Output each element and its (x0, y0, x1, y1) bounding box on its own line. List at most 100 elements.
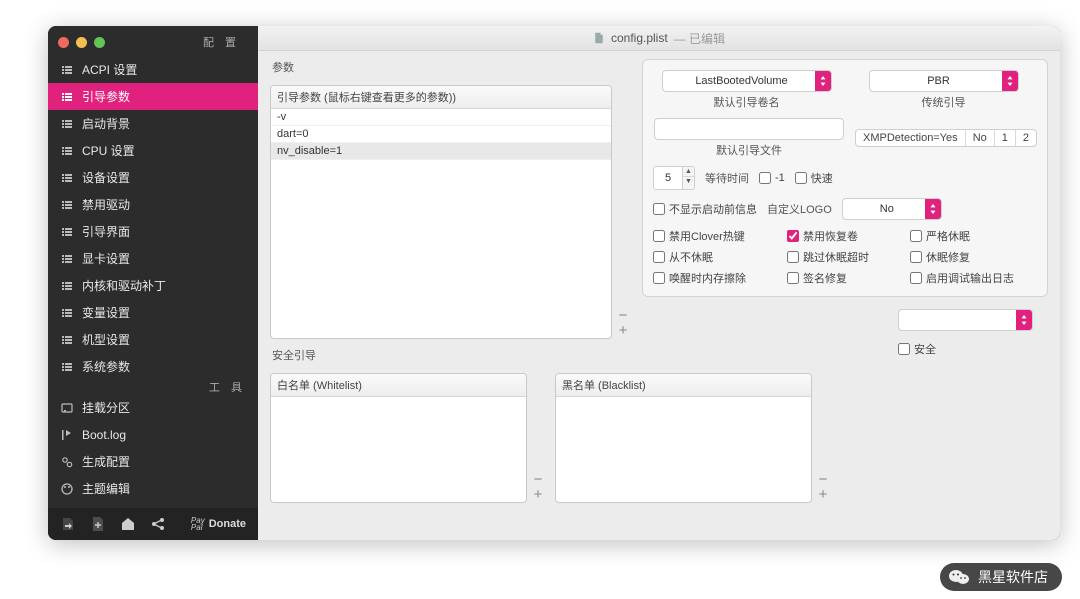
sidebar-item-内核和驱动补丁[interactable]: 内核和驱动补丁 (48, 272, 258, 299)
donate-label: Donate (209, 518, 246, 530)
timeout-stepper[interactable]: ▲▼ (653, 166, 695, 190)
sidebar-item-变量设置[interactable]: 变量设置 (48, 299, 258, 326)
share-icon[interactable] (150, 516, 166, 532)
chevron-updown-icon[interactable] (1016, 310, 1032, 330)
sidebar-item-机型设置[interactable]: 机型设置 (48, 326, 258, 353)
boot-args-list[interactable]: 引导参数 (鼠标右键查看更多的参数)) -vdart=0nv_disable=1 (270, 85, 612, 339)
sidebar-item-label: 挂载分区 (82, 399, 130, 416)
xmp-seg-1[interactable]: 1 (995, 130, 1016, 146)
sidebar-item-启动背景[interactable]: 启动背景 (48, 110, 258, 137)
option-checkbox-禁用Clover热键[interactable]: 禁用Clover热键 (653, 228, 769, 244)
list-icon (60, 252, 74, 266)
watermark-badge: 黑星软件店 (940, 563, 1062, 591)
option-checkbox-唤醒时内存擦除[interactable]: 唤醒时内存擦除 (653, 270, 769, 286)
option-checkbox-跳过休眠超时[interactable]: 跳过休眠超时 (787, 249, 892, 265)
list-icon (60, 198, 74, 212)
no-early-progress-checkbox[interactable]: 不显示启动前信息 (653, 201, 757, 217)
chevron-updown-icon[interactable] (1002, 71, 1018, 91)
option-checkbox-启用调试输出日志[interactable]: 启用调试输出日志 (910, 270, 1037, 286)
option-checkbox-休眠修复[interactable]: 休眠修复 (910, 249, 1037, 265)
stepper-down-icon[interactable]: ▼ (683, 177, 694, 186)
titlebar: config.plist — 已编辑 (258, 26, 1060, 51)
default-volume-select[interactable] (662, 70, 832, 92)
minimize-icon[interactable] (76, 37, 87, 48)
sidebar-item-挂载分区[interactable]: 挂载分区 (48, 394, 258, 421)
timeout-label: 等待时间 (705, 170, 749, 186)
boot-args-remove-button[interactable]: − (616, 308, 630, 322)
whitelist-add-button[interactable]: + (531, 487, 545, 501)
sidebar-item-label: 机型设置 (82, 331, 130, 348)
chevron-updown-icon[interactable] (815, 71, 831, 91)
sidebar-item-label: CPU 设置 (82, 142, 135, 159)
default-volume-label: 默认引导卷名 (714, 94, 780, 110)
list-icon (60, 63, 74, 77)
title-filename: config.plist (611, 31, 668, 45)
secure-boot-section-label: 安全引导 (272, 347, 630, 363)
list-icon (60, 90, 74, 104)
option-checkbox-禁用恢复卷[interactable]: 禁用恢复卷 (787, 228, 892, 244)
list-icon (60, 144, 74, 158)
sidebar-item-label: 引导参数 (82, 88, 130, 105)
sidebar-item-引导界面[interactable]: 引导界面 (48, 218, 258, 245)
secure-checkbox[interactable]: 安全 (898, 341, 1048, 357)
boot-args-header: 引导参数 (鼠标右键查看更多的参数)) (271, 86, 611, 109)
sidebar-item-显卡设置[interactable]: 显卡设置 (48, 245, 258, 272)
chevron-updown-icon[interactable] (925, 199, 941, 219)
watermark-text: 黑星软件店 (978, 567, 1048, 587)
option-checkbox-从不休眠[interactable]: 从不休眠 (653, 249, 769, 265)
new-doc-icon[interactable] (90, 516, 106, 532)
sidebar-item-Boot.log[interactable]: Boot.log (48, 421, 258, 448)
list-icon (60, 333, 74, 347)
sidebar-item-ACPI 设置[interactable]: ACPI 设置 (48, 56, 258, 83)
sidebar-group-tools: 工 具 (48, 380, 258, 394)
whitelist-remove-button[interactable]: − (531, 472, 545, 486)
donate-button[interactable]: PayPal Donate (191, 517, 246, 531)
boot-arg-row[interactable]: -v (271, 109, 611, 126)
whitelist-list[interactable]: 白名单 (Whitelist) (270, 373, 527, 503)
legacy-select[interactable] (869, 70, 1019, 92)
list-icon (60, 225, 74, 239)
timeout-minus1-checkbox[interactable]: -1 (759, 172, 785, 184)
home-icon[interactable] (120, 516, 136, 532)
default-loader-input[interactable] (654, 118, 844, 140)
sidebar-item-label: 引导界面 (82, 223, 130, 240)
sidebar-item-label: 系统参数 (82, 358, 130, 375)
list-icon (60, 360, 74, 374)
params-section-label: 参数 (272, 59, 630, 75)
xmp-label[interactable]: XMPDetection=Yes (856, 130, 966, 146)
sidebar-item-label: ACPI 设置 (82, 61, 137, 78)
sidebar-item-主题编辑[interactable]: 主题编辑 (48, 475, 258, 502)
xmp-segmented[interactable]: XMPDetection=Yes No 1 2 (855, 129, 1037, 147)
boot-arg-row[interactable]: nv_disable=1 (271, 143, 611, 160)
sidebar-item-禁用驱动[interactable]: 禁用驱动 (48, 191, 258, 218)
sidebar-footer: PayPal Donate (48, 508, 258, 540)
default-loader-label: 默认引导文件 (716, 142, 782, 158)
sidebar-item-label: 内核和驱动补丁 (82, 277, 166, 294)
custom-logo-label: 自定义LOGO (767, 201, 832, 217)
option-checkbox-签名修复[interactable]: 签名修复 (787, 270, 892, 286)
xmp-seg-2[interactable]: 2 (1016, 130, 1036, 146)
sidebar-item-设备设置[interactable]: 设备设置 (48, 164, 258, 191)
document-icon (593, 32, 605, 44)
sidebar-item-生成配置[interactable]: 生成配置 (48, 448, 258, 475)
timeout-input[interactable] (653, 166, 683, 190)
sidebar-item-CPU 设置[interactable]: CPU 设置 (48, 137, 258, 164)
option-checkbox-严格休眠[interactable]: 严格休眠 (910, 228, 1037, 244)
export-icon[interactable] (60, 516, 76, 532)
list-icon (60, 117, 74, 131)
log-icon (60, 428, 74, 442)
sidebar-group-config: 配 置 (203, 34, 248, 50)
boot-args-add-button[interactable]: + (616, 323, 630, 337)
gears-icon (60, 455, 74, 469)
sidebar-item-系统参数[interactable]: 系统参数 (48, 353, 258, 380)
xmp-seg-no[interactable]: No (966, 130, 995, 146)
stepper-up-icon[interactable]: ▲ (683, 167, 694, 177)
secure-boot-select[interactable] (898, 309, 1033, 331)
close-icon[interactable] (58, 37, 69, 48)
sidebar-item-label: 启动背景 (82, 115, 130, 132)
fastboot-checkbox[interactable]: 快速 (795, 170, 833, 186)
sidebar-item-引导参数[interactable]: 引导参数 (48, 83, 258, 110)
boot-arg-row[interactable]: dart=0 (271, 126, 611, 143)
zoom-icon[interactable] (94, 37, 105, 48)
palette-icon (60, 482, 74, 496)
